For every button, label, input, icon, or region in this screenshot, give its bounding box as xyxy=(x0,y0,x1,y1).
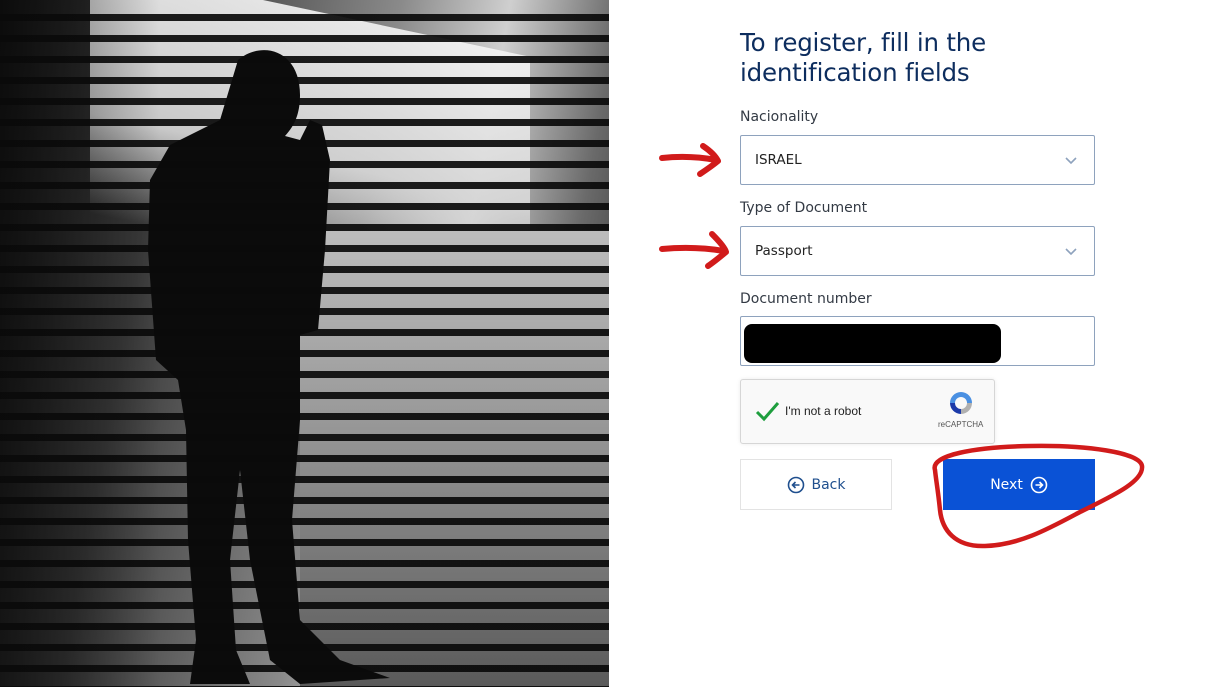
document-type-select[interactable]: Passport xyxy=(740,226,1095,276)
document-number-label: Document number xyxy=(740,291,872,307)
red-arrow-icon xyxy=(659,143,721,177)
hero-blinds xyxy=(0,0,609,687)
red-arrow-icon xyxy=(659,231,729,269)
recaptcha-brand: reCAPTCHA xyxy=(938,420,984,429)
chevron-down-icon xyxy=(1065,157,1077,165)
document-type-value: Passport xyxy=(755,243,813,259)
page-title: To register, fill in the identification … xyxy=(740,28,987,87)
nationality-select[interactable]: ISRAEL xyxy=(740,135,1095,185)
next-button-label: Next xyxy=(990,476,1023,493)
document-number-input[interactable] xyxy=(740,316,1095,366)
next-button[interactable]: Next xyxy=(943,459,1095,510)
document-type-label: Type of Document xyxy=(740,200,868,216)
chevron-down-icon xyxy=(1065,248,1077,256)
checkmark-icon[interactable] xyxy=(754,398,780,424)
arrow-circle-left-icon xyxy=(787,476,804,493)
recaptcha-widget[interactable]: I'm not a robot reCAPTCHA xyxy=(740,379,995,444)
nationality-value: ISRAEL xyxy=(755,152,802,168)
arrow-circle-right-icon xyxy=(1030,476,1048,493)
hero-photo xyxy=(0,0,609,687)
back-button-label: Back xyxy=(811,476,846,493)
redaction-bar xyxy=(744,324,1001,363)
nationality-label: Nacionality xyxy=(740,109,819,125)
recaptcha-logo-icon xyxy=(950,392,972,414)
back-button[interactable]: Back xyxy=(740,459,892,510)
recaptcha-label: I'm not a robot xyxy=(785,404,862,418)
